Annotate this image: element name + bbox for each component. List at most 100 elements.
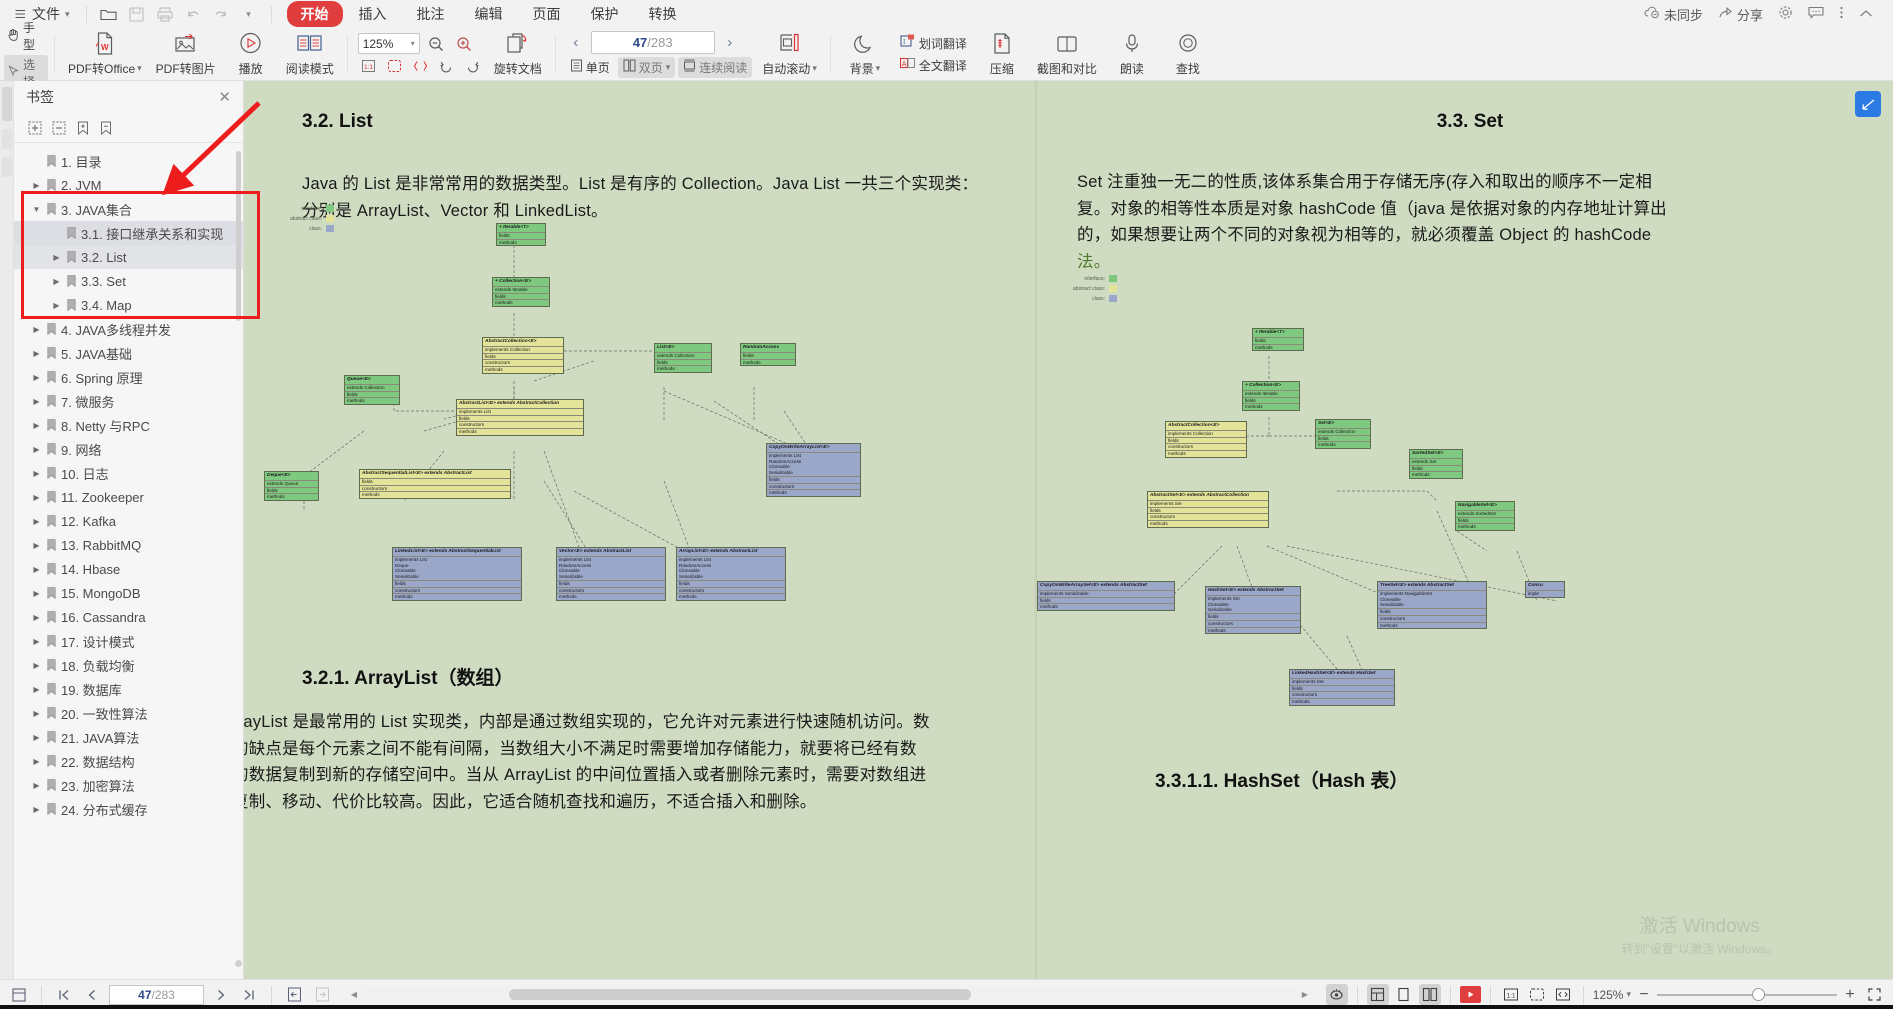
single-page-button[interactable]: 单页: [565, 57, 615, 78]
chevron-right-icon[interactable]: ▶: [32, 469, 41, 478]
bookmark-item[interactable]: ▶2. JVM: [14, 173, 243, 197]
zoom-in-icon[interactable]: [453, 33, 476, 54]
undo-icon[interactable]: [180, 3, 206, 25]
page-number-input[interactable]: 47/283: [591, 31, 715, 54]
bookmark-item[interactable]: ▶11. Zookeeper: [14, 485, 243, 509]
double-page-button[interactable]: 双页 ▾: [618, 57, 676, 78]
horizontal-scrollbar[interactable]: ◀ ▶: [349, 989, 1310, 1000]
tab-comment[interactable]: 批注: [403, 1, 459, 27]
expand-all-icon[interactable]: [28, 121, 43, 135]
fit-page-icon[interactable]: [384, 57, 405, 75]
scroll-thumb[interactable]: [509, 989, 970, 1000]
more-options-button[interactable]: [1833, 2, 1850, 26]
play-button[interactable]: 播放: [223, 28, 279, 80]
scroll-right-arrow[interactable]: ▶: [1300, 990, 1310, 999]
bookmark-item[interactable]: ▶21. JAVA算法: [14, 725, 243, 749]
bookmark-item[interactable]: ▶17. 设计模式: [14, 629, 243, 653]
double-page-icon[interactable]: [1419, 984, 1441, 1005]
bookmark-item[interactable]: ▶16. Cassandra: [14, 605, 243, 629]
sync-status-button[interactable]: 未同步: [1638, 2, 1709, 27]
comment-button[interactable]: [1802, 3, 1830, 25]
next-page-button[interactable]: ›: [719, 31, 741, 53]
bookmark-item[interactable]: ▶22. 数据结构: [14, 749, 243, 773]
chevron-right-icon[interactable]: ▶: [32, 421, 41, 430]
zoom-out-icon[interactable]: [425, 33, 448, 54]
bookmark-item[interactable]: ▶3.4. Map: [14, 293, 243, 317]
fit-width-icon[interactable]: [410, 57, 431, 75]
bookmark-item[interactable]: ▶3.3. Set: [14, 269, 243, 293]
collapse-ribbon-button[interactable]: [1853, 4, 1879, 25]
settings-button[interactable]: [1772, 2, 1799, 26]
chevron-right-icon[interactable]: ▶: [32, 541, 41, 550]
chevron-right-icon[interactable]: ▶: [32, 781, 41, 790]
slider-knob[interactable]: [1752, 988, 1765, 1001]
chevron-right-icon[interactable]: ▶: [32, 181, 41, 190]
rail-tab-thumbnail[interactable]: [2, 129, 12, 149]
zoom-level-select[interactable]: 125% ▾: [358, 33, 420, 54]
auto-scroll-button[interactable]: 自动滚动▾: [755, 28, 824, 80]
rail-tab-bookmark[interactable]: [2, 87, 12, 121]
zoom-slider[interactable]: [1657, 988, 1837, 1002]
bookmark-item[interactable]: ▶10. 日志: [14, 461, 243, 485]
bookmark-item[interactable]: ▶5. JAVA基础: [14, 341, 243, 365]
chevron-right-icon[interactable]: ▶: [32, 565, 41, 574]
bookmark-item[interactable]: ▼3. JAVA集合: [14, 197, 243, 221]
remove-bookmark-icon[interactable]: [99, 121, 113, 135]
hand-tool-button[interactable]: 手型: [4, 18, 48, 54]
chevron-right-icon[interactable]: ▶: [32, 685, 41, 694]
chevron-right-icon[interactable]: ▶: [32, 637, 41, 646]
pdf-to-image-button[interactable]: PDF转图片: [149, 28, 223, 80]
tab-start[interactable]: 开始: [287, 1, 343, 27]
add-bookmark-icon[interactable]: [76, 121, 90, 135]
redo-icon[interactable]: [208, 3, 234, 25]
compress-button[interactable]: 压缩: [974, 28, 1030, 80]
next-view-icon[interactable]: [311, 984, 333, 1005]
bookmark-item[interactable]: ▶20. 一致性算法: [14, 701, 243, 725]
bookmark-item[interactable]: ▶14. Hbase: [14, 557, 243, 581]
chevron-right-icon[interactable]: ▶: [32, 445, 41, 454]
fullscreen-icon[interactable]: [1863, 984, 1885, 1005]
chevron-right-icon[interactable]: ▶: [52, 253, 61, 262]
full-translate-button[interactable]: A 全文翻译: [895, 55, 972, 75]
document-viewer[interactable]: 3.2. List Java 的 List 是非常常用的数据类型。List 是有…: [244, 81, 1893, 979]
chevron-right-icon[interactable]: ▶: [32, 373, 41, 382]
chevron-right-icon[interactable]: ▶: [32, 325, 41, 334]
chevron-right-icon[interactable]: ▶: [52, 277, 61, 286]
bookmark-item[interactable]: ▶18. 负载均衡: [14, 653, 243, 677]
save-icon[interactable]: [124, 3, 150, 25]
bookmark-item[interactable]: ▶9. 网络: [14, 437, 243, 461]
bookmark-item[interactable]: ▶1. 目录: [14, 149, 243, 173]
last-page-icon[interactable]: [238, 984, 260, 1005]
chevron-right-icon[interactable]: ▶: [32, 805, 41, 814]
bookmark-item[interactable]: ▶13. RabbitMQ: [14, 533, 243, 557]
print-icon[interactable]: [152, 3, 178, 25]
chevron-right-icon[interactable]: ▶: [32, 757, 41, 766]
bookmark-item[interactable]: ▶15. MongoDB: [14, 581, 243, 605]
share-button[interactable]: 分享: [1712, 2, 1769, 27]
thumbnail-view-icon[interactable]: [1367, 984, 1389, 1005]
collapse-all-icon[interactable]: [52, 121, 67, 135]
scroll-left-arrow[interactable]: ◀: [349, 990, 359, 999]
floating-action-button[interactable]: [1855, 91, 1881, 117]
prev-page-icon[interactable]: [81, 984, 103, 1005]
bookmark-item[interactable]: ▶24. 分布式缓存: [14, 797, 243, 821]
first-page-icon[interactable]: [53, 984, 75, 1005]
background-button[interactable]: 背景▾: [837, 28, 893, 80]
eye-protect-icon[interactable]: [1326, 984, 1348, 1005]
pdf-to-office-button[interactable]: W PDF转Office▾: [61, 28, 149, 80]
chevron-right-icon[interactable]: ▶: [32, 733, 41, 742]
find-button[interactable]: 查找: [1160, 28, 1216, 80]
bookmark-item[interactable]: ▶23. 加密算法: [14, 773, 243, 797]
tab-protect[interactable]: 保护: [577, 1, 633, 27]
bookmark-scrollbar[interactable]: [236, 151, 241, 321]
chevron-right-icon[interactable]: ▶: [32, 517, 41, 526]
prev-view-icon[interactable]: [283, 984, 305, 1005]
rotate-right-icon[interactable]: [462, 57, 483, 75]
actual-size-icon[interactable]: 1:1: [358, 57, 379, 75]
tab-page[interactable]: 页面: [519, 1, 575, 27]
bookmark-item[interactable]: ▶6. Spring 原理: [14, 365, 243, 389]
chevron-down-icon[interactable]: ▼: [32, 205, 41, 214]
read-mode-button[interactable]: 阅读模式: [279, 28, 341, 80]
chevron-right-icon[interactable]: ▶: [32, 661, 41, 670]
zoom-level-dropdown[interactable]: 125% ▾: [1593, 988, 1631, 1002]
